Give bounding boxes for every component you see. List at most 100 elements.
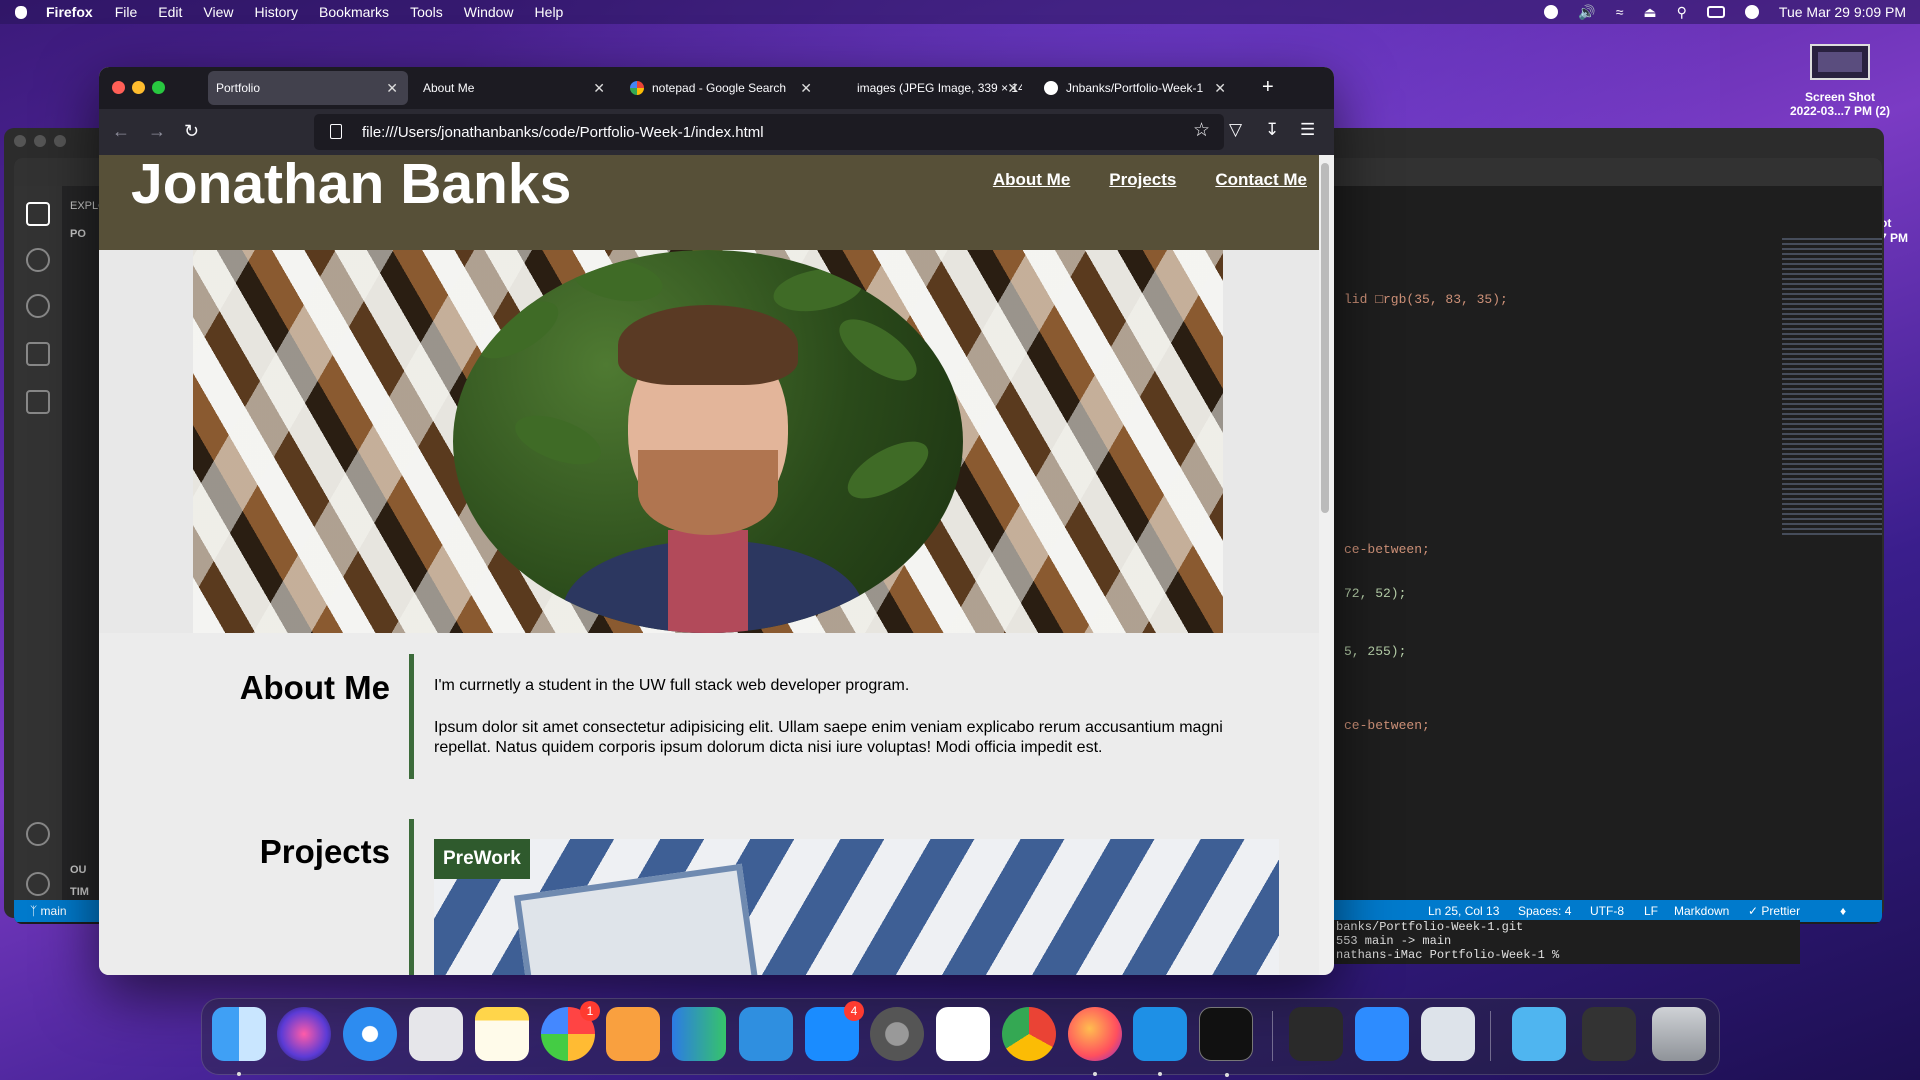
trash-icon[interactable] <box>1652 1007 1706 1061</box>
launchpad-icon[interactable] <box>409 1007 463 1061</box>
folder-icon[interactable] <box>1512 1007 1566 1061</box>
url-text: file:///Users/jonathanbanks/code/Portfol… <box>362 123 764 141</box>
new-tab-button[interactable]: + <box>1262 76 1274 99</box>
explorer-icon[interactable] <box>26 202 50 226</box>
menu-view[interactable]: View <box>203 4 233 20</box>
photos-icon[interactable]: 1 <box>541 1001 600 1061</box>
menu-file[interactable]: File <box>115 4 138 20</box>
tab-close-icon[interactable]: ✕ <box>386 80 398 97</box>
prework-badge[interactable]: PreWork <box>434 839 530 879</box>
siri-icon[interactable] <box>277 1007 331 1061</box>
prework-project-image[interactable] <box>434 839 1279 975</box>
terminal-icon[interactable] <box>1199 1007 1253 1077</box>
outline-section[interactable]: OU <box>70 864 87 876</box>
finder-icon[interactable] <box>212 1007 266 1076</box>
extensions-icon[interactable] <box>26 390 50 414</box>
back-arrow-icon[interactable]: ← <box>112 121 130 142</box>
eject-icon[interactable]: ⏏ <box>1643 4 1656 21</box>
tab-jpeg-image[interactable]: images (JPEG Image, 339 × 149 ✕ <box>829 71 1029 105</box>
indent-setting[interactable]: Spaces: 4 <box>1518 904 1571 918</box>
cursor-position[interactable]: Ln 25, Col 13 <box>1428 904 1499 918</box>
page-scrollbar[interactable] <box>1321 163 1329 513</box>
notebook-shape <box>513 863 765 975</box>
creative-cloud-icon[interactable] <box>1544 5 1559 19</box>
preview-icon[interactable] <box>1421 1007 1475 1061</box>
desktop-screenshot-file[interactable]: Screen Shot 2022-03...7 PM (2) <box>1780 44 1900 118</box>
photos-badge: 1 <box>580 1001 600 1021</box>
numbers-icon[interactable] <box>672 1007 726 1061</box>
volume-icon[interactable]: 🔊 <box>1578 4 1595 21</box>
search-icon[interactable] <box>26 248 50 272</box>
close-dot[interactable] <box>14 135 26 147</box>
slack-icon[interactable] <box>936 1007 990 1061</box>
menu-tools[interactable]: Tools <box>410 4 443 20</box>
line-ending[interactable]: LF <box>1644 904 1658 918</box>
address-bar[interactable]: file:///Users/jonathanbanks/code/Portfol… <box>314 114 1224 150</box>
menu-history[interactable]: History <box>254 4 298 20</box>
settings-gear-icon[interactable] <box>26 872 50 896</box>
download-icon[interactable]: ↧ <box>1265 120 1279 140</box>
minimize-dot[interactable] <box>34 135 46 147</box>
project-folder[interactable]: PO <box>70 228 86 240</box>
encoding[interactable]: UTF-8 <box>1590 904 1624 918</box>
tab-about-me[interactable]: About Me ✕ <box>415 71 615 105</box>
menu-app-name[interactable]: Firefox <box>46 4 93 20</box>
timeline-section[interactable]: TIM <box>70 886 89 898</box>
spotlight-search-icon[interactable]: ⚲ <box>1677 4 1687 21</box>
app-store-icon[interactable]: 4 <box>805 1001 864 1061</box>
source-control-icon[interactable] <box>26 294 50 318</box>
tab-github[interactable]: Jnbanks/Portfolio-Week-1 ✕ <box>1036 71 1236 105</box>
zoom-dot[interactable] <box>54 135 66 147</box>
notes-icon[interactable] <box>475 1007 529 1061</box>
editor-minimap[interactable] <box>1782 238 1882 538</box>
menu-edit[interactable]: Edit <box>158 4 182 20</box>
forward-arrow-icon[interactable]: → <box>148 121 166 142</box>
branch-indicator[interactable]: ᛉ main <box>30 904 67 918</box>
run-debug-icon[interactable] <box>26 342 50 366</box>
window-minimize-button[interactable] <box>132 81 145 94</box>
tab-close-icon[interactable]: ✕ <box>1214 80 1226 97</box>
menu-help[interactable]: Help <box>535 4 564 20</box>
partial-label-line-2: 7 PM <box>1880 231 1909 245</box>
zoom-icon[interactable] <box>1355 1007 1409 1061</box>
davinci-resolve-icon[interactable] <box>1289 1007 1343 1061</box>
nav-link-about-me[interactable]: About Me <box>993 170 1070 190</box>
terminal-panel[interactable]: banks/Portfolio-Week-1.git 553 main -> m… <box>1330 920 1800 964</box>
prettier-status[interactable]: ✓ Prettier <box>1748 904 1800 918</box>
control-center-icon[interactable] <box>1706 6 1725 18</box>
about-divider <box>409 654 414 779</box>
menu-bookmarks[interactable]: Bookmarks <box>319 4 389 20</box>
reload-icon[interactable]: ↻ <box>184 121 199 142</box>
safari-icon[interactable] <box>343 1007 397 1061</box>
notifications-bell-icon[interactable]: ♦ <box>1840 904 1846 918</box>
tab-close-icon[interactable]: ✕ <box>800 80 812 97</box>
keynote-icon[interactable] <box>739 1007 793 1061</box>
tab-close-icon[interactable]: ✕ <box>1007 80 1019 97</box>
system-preferences-icon[interactable] <box>870 1007 924 1061</box>
window-close-button[interactable] <box>112 81 125 94</box>
window-zoom-button[interactable] <box>152 81 165 94</box>
chrome-icon[interactable] <box>1002 1007 1056 1061</box>
nav-link-contact-me[interactable]: Contact Me <box>1215 170 1307 190</box>
tab-close-icon[interactable]: ✕ <box>593 80 605 97</box>
desktop-partial-label: ot 7 PM <box>1880 216 1908 246</box>
nav-link-projects[interactable]: Projects <box>1109 170 1176 190</box>
menu-window[interactable]: Window <box>464 4 514 20</box>
firefox-icon[interactable] <box>1068 1007 1122 1076</box>
tab-google-search[interactable]: notepad - Google Search ✕ <box>622 71 822 105</box>
pocket-icon[interactable]: ▽ <box>1229 120 1242 140</box>
menubar-clock[interactable]: Tue Mar 29 9:09 PM <box>1779 4 1906 20</box>
screenshot-stack-icon[interactable] <box>1582 1007 1636 1061</box>
code-editor[interactable]: lid □rgb(35, 83, 35); ce-between; 72, 52… <box>1334 214 1804 904</box>
siri-icon[interactable] <box>1744 5 1759 19</box>
apple-menu-icon[interactable] <box>14 5 28 19</box>
language-mode[interactable]: Markdown <box>1674 904 1729 918</box>
tab-portfolio[interactable]: Portfolio ✕ <box>208 71 408 105</box>
app-store-badge: 4 <box>844 1001 864 1021</box>
vscode-icon[interactable] <box>1133 1007 1187 1076</box>
account-icon[interactable] <box>26 822 50 846</box>
hamburger-menu-icon[interactable]: ☰ <box>1300 120 1315 140</box>
wifi-icon[interactable]: ≈ <box>1616 4 1624 20</box>
pages-icon[interactable] <box>606 1007 660 1061</box>
bookmark-star-icon[interactable]: ☆ <box>1193 119 1210 142</box>
